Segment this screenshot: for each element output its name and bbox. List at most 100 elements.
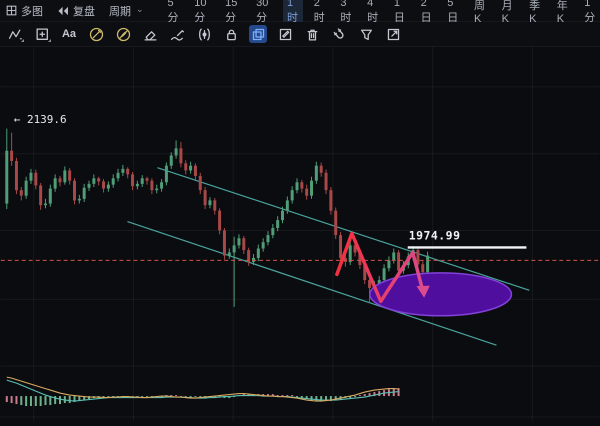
macd-histogram-bar [315,396,317,401]
candle-body [296,182,299,190]
candle-body [63,170,66,182]
candle-body [10,151,13,161]
macd-histogram-bar [175,395,177,396]
candle-body [20,190,23,196]
macd-histogram-bar [30,396,32,406]
macd-histogram-bar [190,396,192,397]
candle-body [397,252,400,270]
macd-histogram-bar [54,396,56,404]
candle-body [136,184,139,186]
candle-body [155,189,158,191]
candle-body [349,245,352,262]
eraser-tool[interactable] [141,25,159,43]
period-dropdown[interactable]: 周期 ⌄ [109,3,144,19]
macd-histogram-bar [286,395,288,396]
candle-body [54,178,57,188]
polyline-tool[interactable] [6,25,24,43]
candle-body [102,181,105,188]
candle-body [97,178,100,181]
candle-body [58,178,61,182]
candle-body [131,174,134,186]
candle-body [5,151,8,204]
candle-body [73,181,76,201]
price-level-label[interactable]: 1974.99 [409,228,461,242]
chevron-down-icon: ⌄ [136,4,144,15]
drawing-toolbar: Aa [0,22,600,47]
delete-tool[interactable] [303,25,321,43]
shapes-tool[interactable] [33,25,51,43]
candle-body [271,228,274,235]
candle-body [315,166,318,181]
measure-tool[interactable] [195,25,213,43]
candle-body [291,190,294,200]
candle-body [213,200,216,210]
macd-histogram-bar [277,395,279,396]
top-toolbar: 多图 复盘 周期 ⌄ 5分10分15分30分1时2时3时4时1日2日5日周K月K… [0,0,600,22]
candle-body [286,200,289,210]
candle-body [218,211,221,231]
macd-histogram-bar [185,396,187,397]
candle-body [78,199,81,201]
candle-body [184,163,187,170]
text-tool[interactable]: Aa [60,25,78,43]
candle-body [160,182,163,188]
candle-body [117,173,120,179]
brush-tool[interactable] [87,25,105,43]
candle-body [92,178,95,184]
candle-body [189,166,192,171]
macd-histogram-bar [69,396,71,403]
channel-trendline[interactable] [157,168,529,291]
macd-histogram-bar [15,396,17,404]
macd-histogram-bar [25,396,27,406]
candle-body [262,242,265,248]
candlestick-chart[interactable]: 1974.99 ← 2139.6 [0,47,600,421]
candle-body [300,182,303,188]
candle-body [305,189,308,196]
rewind-icon [57,6,69,16]
replay-button[interactable]: 复盘 [57,3,95,19]
magnet-tool[interactable] [330,25,348,43]
export-tool[interactable] [384,25,402,43]
macd-histogram-bar [364,394,366,396]
candle-body [266,235,269,242]
macd-histogram-bar [103,396,105,397]
price-arrow-label[interactable]: ← 2139.6 [14,113,67,126]
macd-histogram-bar [146,396,148,397]
candle-body [223,230,226,255]
continuous-drawing-tool[interactable] [249,25,267,43]
candle-body [228,252,231,255]
candle-body [194,166,197,176]
macd-histogram-bar [44,396,46,405]
candle-body [150,181,153,190]
macd-histogram-bar [194,396,196,397]
candle-body [44,204,47,206]
chart-area[interactable]: 1974.99 ← 2139.6 [0,47,600,421]
candle-body [329,190,332,211]
macd-histogram-bar [11,396,13,403]
candle-body [392,252,395,260]
macd-histogram-bar [354,396,356,397]
pen-tool[interactable] [168,25,186,43]
replay-label: 复盘 [73,3,95,19]
macd-histogram-bar [6,396,8,402]
candle-body [242,238,245,250]
candle-body [281,211,284,220]
candle-body [170,155,173,165]
lock-tool[interactable] [222,25,240,43]
price-level-line[interactable] [408,246,527,248]
candle-body [237,238,240,245]
multi-chart-button[interactable]: 多图 [6,3,43,19]
candle-body [179,148,182,163]
candle-body [126,169,129,175]
candle-body [15,161,18,190]
macd-histogram-bar [291,395,293,396]
multi-chart-label: 多图 [21,3,43,19]
target-zone-ellipse[interactable] [370,273,512,316]
no-draw-tool[interactable] [114,25,132,43]
candle-body [141,178,144,184]
candle-body [39,185,42,205]
filter-tool[interactable] [357,25,375,43]
candle-body [29,173,32,181]
candle-body [121,169,124,173]
edit-drawing-tool[interactable] [276,25,294,43]
